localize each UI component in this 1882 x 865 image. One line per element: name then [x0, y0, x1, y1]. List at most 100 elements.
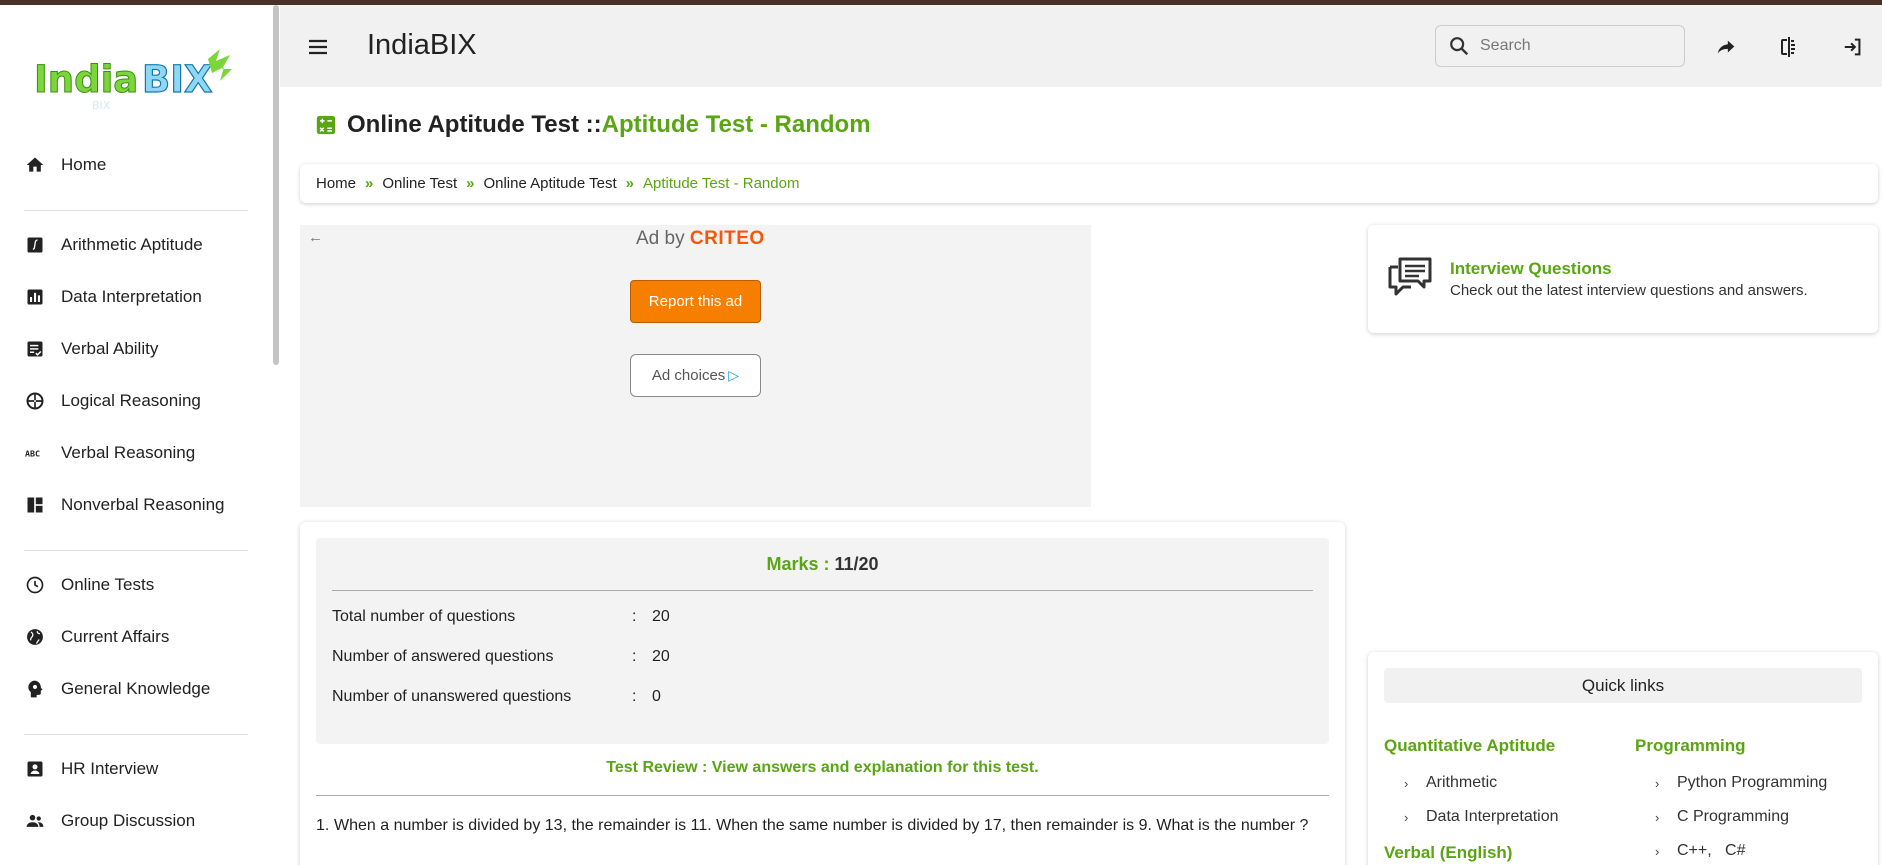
report-ad-button[interactable]: Report this ad: [630, 280, 761, 323]
sidebar: India BIX BIX Home Arithmetic Aptitude D…: [0, 5, 278, 865]
theme-toggle-button[interactable]: [1773, 31, 1805, 63]
breadcrumb-link-home[interactable]: Home: [316, 175, 356, 192]
interview-questions-card[interactable]: Interview Questions Check out the latest…: [1368, 225, 1878, 333]
sidebar-item-data-interpretation[interactable]: Data Interpretation: [24, 282, 202, 312]
stat-colon: :: [632, 648, 637, 665]
sidebar-item-hr-interview[interactable]: HR Interview: [24, 754, 158, 784]
sidebar-item-label: Nonverbal Reasoning: [61, 495, 225, 514]
sidebar-item-arithmetic-aptitude[interactable]: Arithmetic Aptitude: [24, 230, 203, 260]
breadcrumb-link-online-test[interactable]: Online Test: [382, 175, 457, 192]
breadcrumb-separator: »: [625, 175, 634, 192]
quick-links-category-verbal[interactable]: Verbal (English): [1384, 843, 1512, 863]
quick-link-data-interpretation[interactable]: › Data Interpretation: [1404, 808, 1559, 826]
brand-title[interactable]: IndiaBIX: [367, 29, 477, 62]
test-review-link[interactable]: Test Review : View answers and explanati…: [300, 759, 1345, 777]
chevron-right-icon: ›: [1655, 809, 1660, 825]
contrast-toggle-icon: [1781, 37, 1795, 57]
stat-label: Total number of questions: [332, 608, 516, 625]
breadcrumb-link-online-aptitude-test[interactable]: Online Aptitude Test: [483, 175, 616, 192]
results-card: Marks : 11/20 Total number of questions …: [300, 522, 1345, 865]
chevron-right-icon: ›: [1404, 809, 1409, 825]
share-icon: [1717, 40, 1735, 54]
sidebar-scrollbar[interactable]: [273, 5, 279, 365]
clock-icon: [24, 574, 46, 596]
chevron-right-icon: ›: [1404, 775, 1409, 791]
bar-chart-icon: [24, 286, 46, 308]
login-button[interactable]: [1837, 31, 1869, 63]
ad-attribution[interactable]: Ad by CRITEO: [636, 228, 765, 250]
sidebar-divider: [24, 734, 248, 735]
stat-value: 0: [652, 688, 661, 705]
indiabix-logo[interactable]: India BIX BIX: [32, 47, 236, 115]
ad-back-arrow-icon[interactable]: ←: [308, 229, 323, 246]
quick-link-c-programming[interactable]: › C Programming: [1655, 808, 1789, 826]
chevron-right-icon: ›: [1655, 843, 1660, 859]
sidebar-item-group-discussion[interactable]: Group Discussion: [24, 806, 195, 836]
search-box[interactable]: [1435, 25, 1685, 67]
quick-links-card: Quick links Quantitative Aptitude › Arit…: [1368, 652, 1878, 865]
interview-questions-title[interactable]: Interview Questions: [1450, 259, 1612, 279]
question-item: 1. When a number is divided by 13, the r…: [316, 814, 1316, 838]
sidebar-item-label: HR Interview: [61, 759, 159, 778]
stat-value: 20: [652, 608, 670, 625]
stat-colon: :: [632, 608, 637, 625]
share-button[interactable]: [1710, 31, 1742, 63]
sidebar-item-nonverbal-reasoning[interactable]: Nonverbal Reasoning: [24, 490, 225, 520]
svg-text:BIX: BIX: [92, 99, 111, 112]
chat-icon: [1388, 257, 1432, 296]
quick-links-category-quantitative[interactable]: Quantitative Aptitude: [1384, 736, 1555, 756]
page-title-prefix: Online Aptitude Test ::: [347, 111, 602, 138]
ad-container: ← Ad by CRITEO Report this ad Ad choices…: [300, 225, 1091, 507]
sidebar-item-current-affairs[interactable]: Current Affairs: [24, 622, 169, 652]
criteo-logo: CRITEO: [689, 228, 765, 249]
badge-icon: [24, 758, 46, 780]
login-icon: [1844, 38, 1861, 56]
divider: [332, 590, 1313, 591]
breadcrumb: Home » Online Test » Online Aptitude Tes…: [300, 164, 1878, 203]
ad-choices-button[interactable]: Ad choices ▷: [630, 354, 761, 397]
interview-questions-description: Check out the latest interview questions…: [1450, 282, 1808, 299]
sidebar-item-label: Arithmetic Aptitude: [61, 235, 203, 254]
adchoices-icon: ▷: [728, 367, 740, 383]
page-title: Online Aptitude Test :: Aptitude Test - …: [315, 111, 871, 139]
sidebar-divider: [24, 210, 248, 211]
sidebar-item-verbal-ability[interactable]: Verbal Ability: [24, 334, 158, 364]
stat-label: Number of answered questions: [332, 648, 554, 665]
sidebar-divider: [24, 550, 248, 551]
sidebar-item-label: Verbal Reasoning: [61, 443, 196, 462]
marks-summary: Marks : 11/20 Total number of questions …: [316, 538, 1329, 744]
svg-text:India: India: [34, 58, 138, 101]
marks-heading: Marks : 11/20: [316, 554, 1329, 575]
sidebar-item-label: Current Affairs: [61, 627, 170, 646]
quick-link-label: Python Programming: [1677, 774, 1828, 791]
sidebar-item-verbal-reasoning[interactable]: ABC Verbal Reasoning: [24, 438, 195, 468]
breadcrumb-separator: »: [365, 175, 374, 192]
quick-links-title: Quick links: [1384, 668, 1862, 703]
sidebar-item-general-knowledge[interactable]: General Knowledge: [24, 674, 210, 704]
question-number: 1.: [316, 817, 330, 834]
search-input[interactable]: [1480, 37, 1670, 55]
quick-link-cpp-csharp[interactable]: › C++, C#: [1655, 842, 1745, 860]
sidebar-item-home[interactable]: Home: [24, 150, 106, 180]
sidebar-item-online-tests[interactable]: Online Tests: [24, 570, 154, 600]
hamburger-menu-button[interactable]: [302, 31, 334, 63]
sidebar-item-label: Group Discussion: [61, 811, 196, 830]
stat-label: Number of unanswered questions: [332, 688, 572, 705]
quick-link-arithmetic[interactable]: › Arithmetic: [1404, 774, 1497, 792]
stat-colon: :: [632, 688, 637, 705]
ad-by-label: Ad by: [636, 228, 685, 249]
quick-link-python-programming[interactable]: › Python Programming: [1655, 774, 1827, 792]
calculator-icon: [316, 115, 336, 135]
sidebar-item-logical-reasoning[interactable]: Logical Reasoning: [24, 386, 201, 416]
quick-links-category-programming[interactable]: Programming: [1635, 736, 1746, 756]
question-text: When a number is divided by 13, the rema…: [334, 817, 1309, 834]
stat-value: 20: [652, 648, 670, 665]
svg-text:BIX: BIX: [142, 58, 213, 101]
breadcrumb-current[interactable]: Aptitude Test - Random: [643, 175, 799, 192]
aperture-icon: [24, 390, 46, 412]
globe-icon: [24, 626, 46, 648]
top-header: IndiaBIX: [280, 5, 1882, 87]
quick-link-label: C++, C#: [1677, 842, 1746, 859]
bulb-head-icon: [24, 678, 46, 700]
quick-link-label: Data Interpretation: [1426, 808, 1559, 825]
